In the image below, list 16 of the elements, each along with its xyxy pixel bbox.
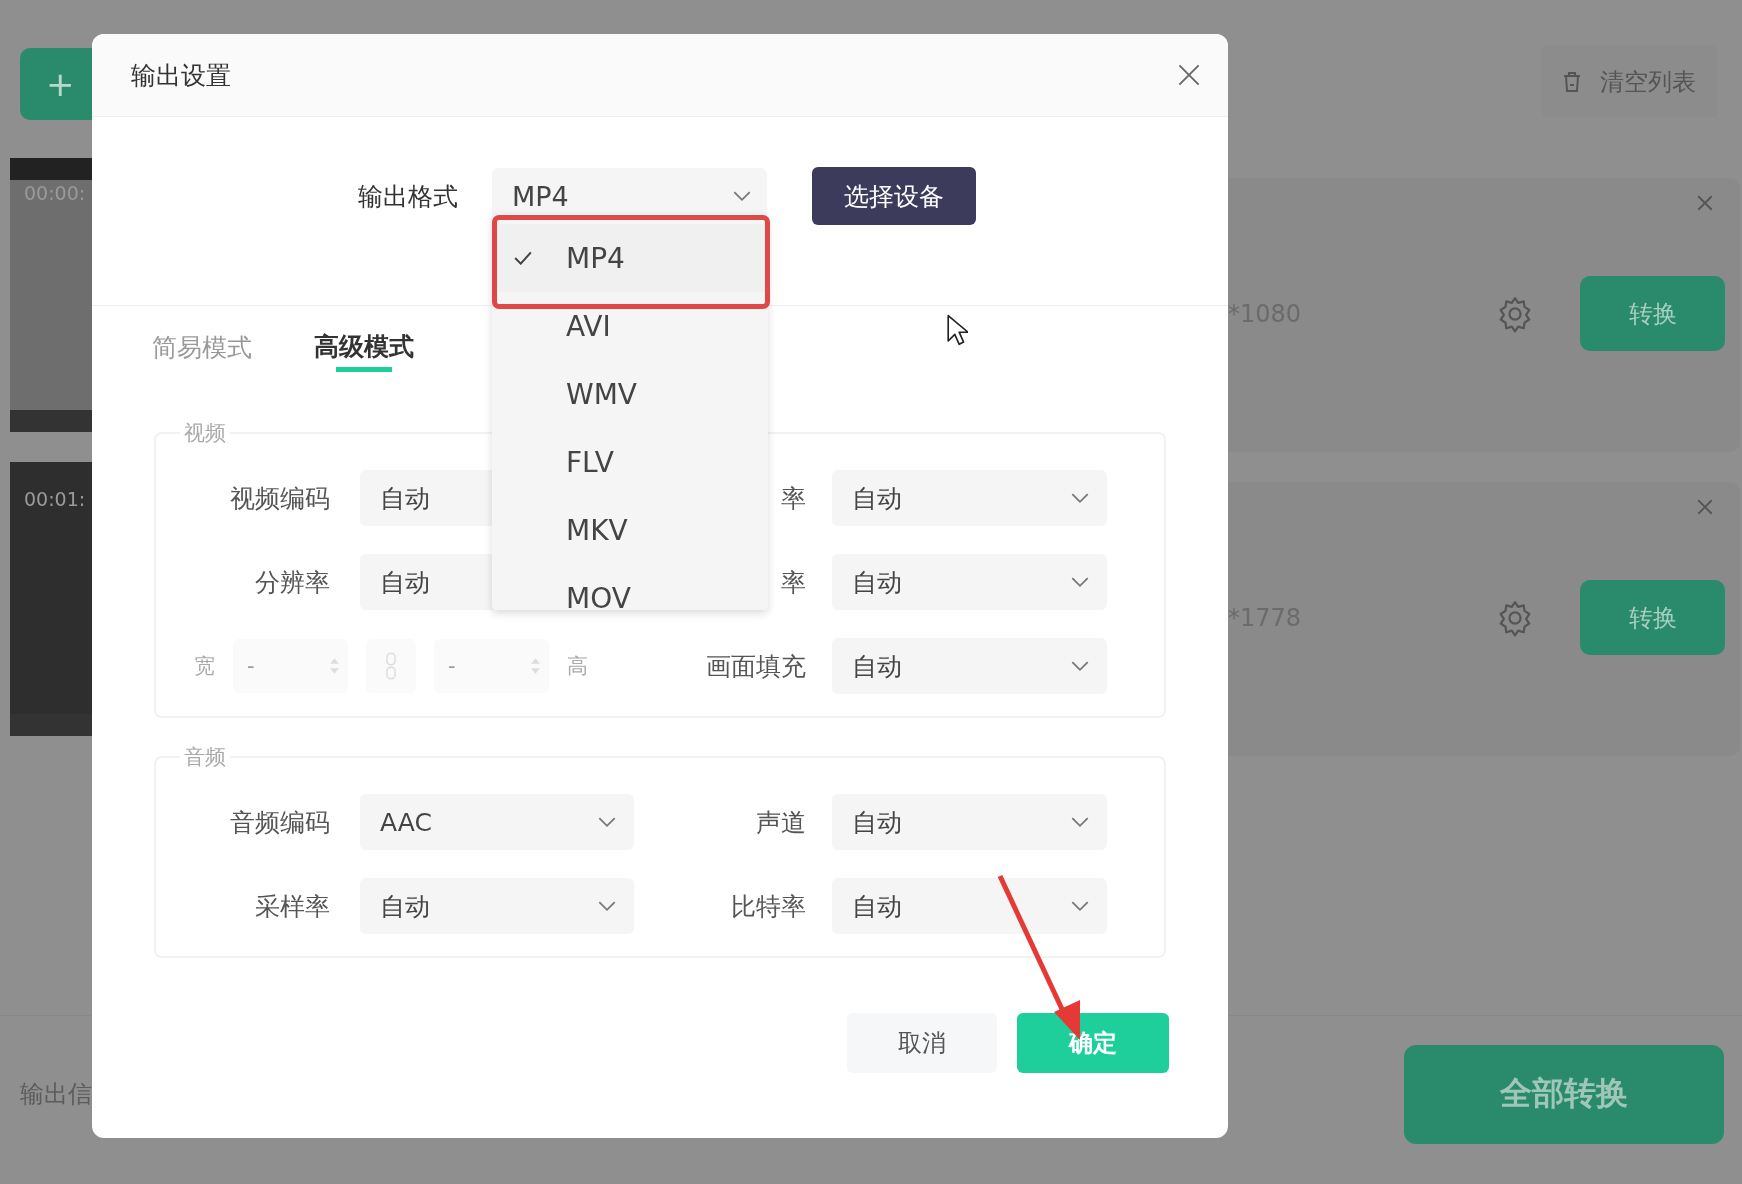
dialog-title: 输出设置 [131, 59, 231, 92]
field-label: 输出格式 [357, 180, 458, 213]
field-label: 画面填充 [705, 650, 806, 683]
field-label: 声道 [755, 806, 806, 839]
width-label: 宽 [194, 653, 215, 680]
field-label: 采样率 [254, 890, 330, 923]
field-label: 率 [780, 566, 806, 599]
field-label: 视频编码 [229, 482, 330, 515]
field-label: 比特率 [730, 890, 806, 923]
field-label: 分辨率 [254, 566, 330, 599]
field-label: 音频编码 [229, 806, 330, 839]
group-legend: 音频 [180, 743, 230, 771]
clip-time: 00:01: [24, 488, 86, 510]
group-legend: 视频 [180, 419, 230, 447]
height-label: 高 [567, 653, 588, 680]
field-label: 率 [780, 482, 806, 515]
